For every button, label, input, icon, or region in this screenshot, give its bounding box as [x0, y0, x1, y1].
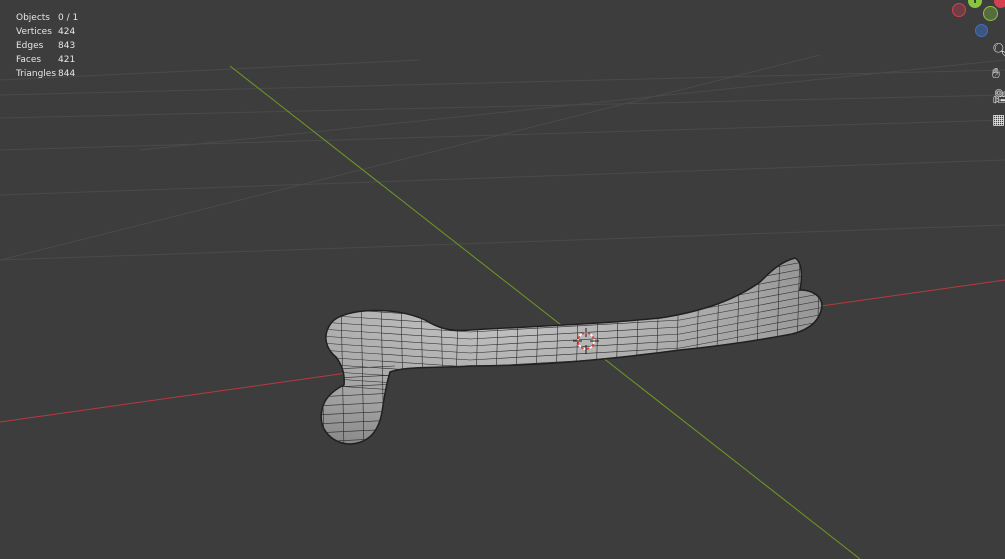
navigation-gizmo[interactable]: Y — [940, 0, 1005, 45]
grid-view-icon[interactable]: ▦ — [992, 109, 1005, 131]
stat-label: Triangles — [16, 69, 57, 79]
gizmo-x-neg-ball[interactable] — [952, 3, 966, 17]
gizmo-x-ball[interactable] — [994, 0, 1005, 8]
stat-row-objects: Objects 0 / 1 — [16, 11, 78, 25]
stat-value: 843 — [58, 41, 76, 51]
stat-row-triangles: Triangles 844 — [16, 67, 78, 81]
viewport-scene[interactable] — [0, 0, 1005, 559]
camera-icon[interactable]: 🎥︎ — [992, 86, 1005, 108]
gizmo-y-neg-ball[interactable] — [983, 6, 998, 21]
stat-label: Objects — [16, 13, 51, 23]
gizmo-y-ball[interactable]: Y — [968, 0, 982, 8]
zoom-icon[interactable]: 🔍︎ — [992, 40, 1005, 62]
gizmo-z-neg-ball[interactable] — [975, 24, 988, 37]
scene-statistics: Objects 0 / 1 Vertices 424 Edges 843 Faces 421 T… — [16, 11, 78, 81]
stat-row-vertices: Vertices 424 — [16, 25, 78, 39]
stat-value: 844 — [58, 69, 76, 79]
stat-row-edges: Edges 843 — [16, 39, 78, 53]
stat-row-faces: Faces 421 — [16, 53, 78, 67]
viewport-nav-tools: 🔍︎ ✋︎ 🎥︎ ▦ — [992, 40, 1005, 132]
pan-hand-icon[interactable]: ✋︎ — [992, 63, 1005, 85]
stat-value: 0 / 1 — [58, 13, 79, 23]
stat-value: 424 — [58, 27, 76, 37]
bone-mesh[interactable] — [315, 250, 830, 450]
gizmo-y-label: Y — [972, 0, 978, 5]
stat-label: Edges — [16, 41, 44, 51]
stat-label: Faces — [16, 55, 42, 65]
3d-viewport[interactable]: Objects 0 / 1 Vertices 424 Edges 843 Faces 421 T… — [0, 0, 1005, 559]
stat-label: Vertices — [16, 27, 52, 37]
stat-value: 421 — [58, 55, 76, 65]
floor-grid — [0, 54, 1005, 261]
